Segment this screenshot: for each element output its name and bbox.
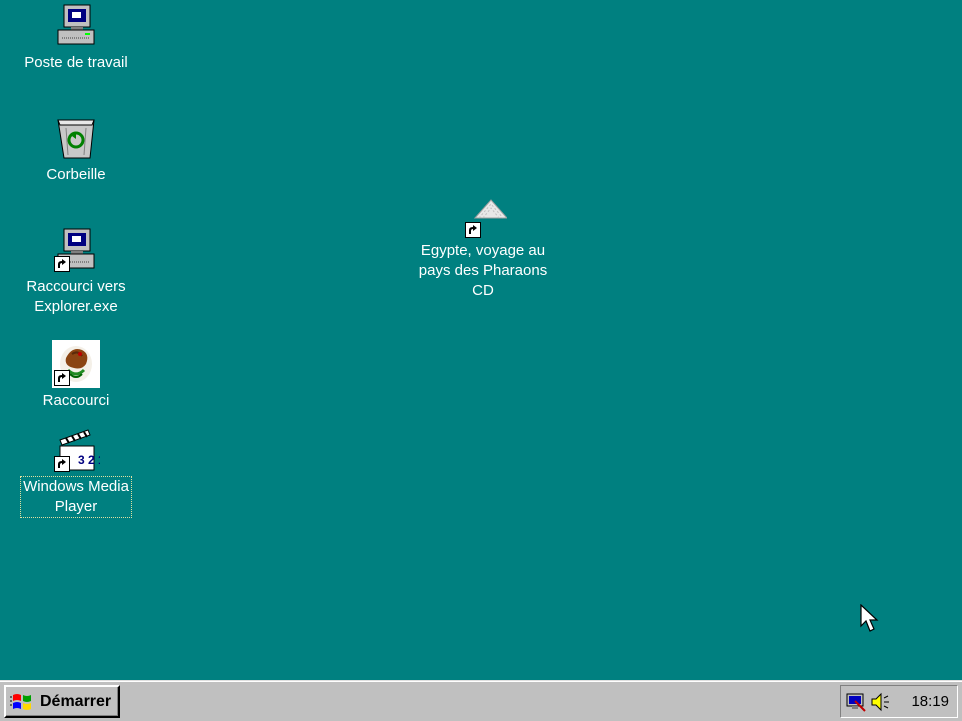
egypt-cd-shortcut-icon [459,198,507,238]
shortcut-arrow-icon [54,370,70,386]
shortcut-arrow-icon [54,456,70,472]
svg-text:3 2 1: 3 2 1 [78,453,100,467]
my-computer-icon [52,2,100,50]
taskbar-clock[interactable]: 18:19 [911,693,949,710]
shortcut-arrow-icon [54,256,70,272]
desktop-icon-label: Egypte, voyage au pays des Pharaons CD [418,242,548,299]
shortcut-arrow-icon [465,222,481,238]
desktop-icon-poste-de-travail[interactable]: Poste de travail [16,2,136,73]
mexico-flag-shortcut-icon [52,340,100,388]
desktop-icon-raccourci[interactable]: Raccourci [16,340,136,411]
desktop-icon-label: Windows Media Player [20,476,132,518]
start-button[interactable]: Démarrer [4,685,120,718]
desktop-icon-label: Raccourci [42,392,110,409]
desktop-icon-label: Corbeille [46,166,106,183]
windows-logo-icon [10,693,31,710]
system-tray: 18:19 [840,685,958,718]
desktop-icon-label: Poste de travail [24,54,128,71]
computer-shortcut-icon [52,226,100,274]
display-tray-icon[interactable] [845,691,867,713]
recycle-bin-icon [52,114,100,162]
desktop-icon-egypte-cd[interactable]: Egypte, voyage au pays des Pharaons CD [410,198,556,301]
desktop-icon-raccourci-explorer[interactable]: Raccourci vers Explorer.exe [16,226,136,317]
media-player-icon: 3 2 1 [52,426,100,474]
volume-icon[interactable] [869,691,891,713]
desktop[interactable]: Poste de travail Corbeille Raccourci ver… [0,0,962,680]
mouse-cursor-icon [860,604,879,632]
desktop-icon-windows-media-player[interactable]: 3 2 1 Windows Media Player [16,426,136,518]
start-label: Démarrer [40,692,112,710]
desktop-icon-corbeille[interactable]: Corbeille [16,114,136,185]
taskbar: Démarrer 18:19 [0,680,962,721]
desktop-icon-label: Raccourci vers Explorer.exe [26,278,126,315]
